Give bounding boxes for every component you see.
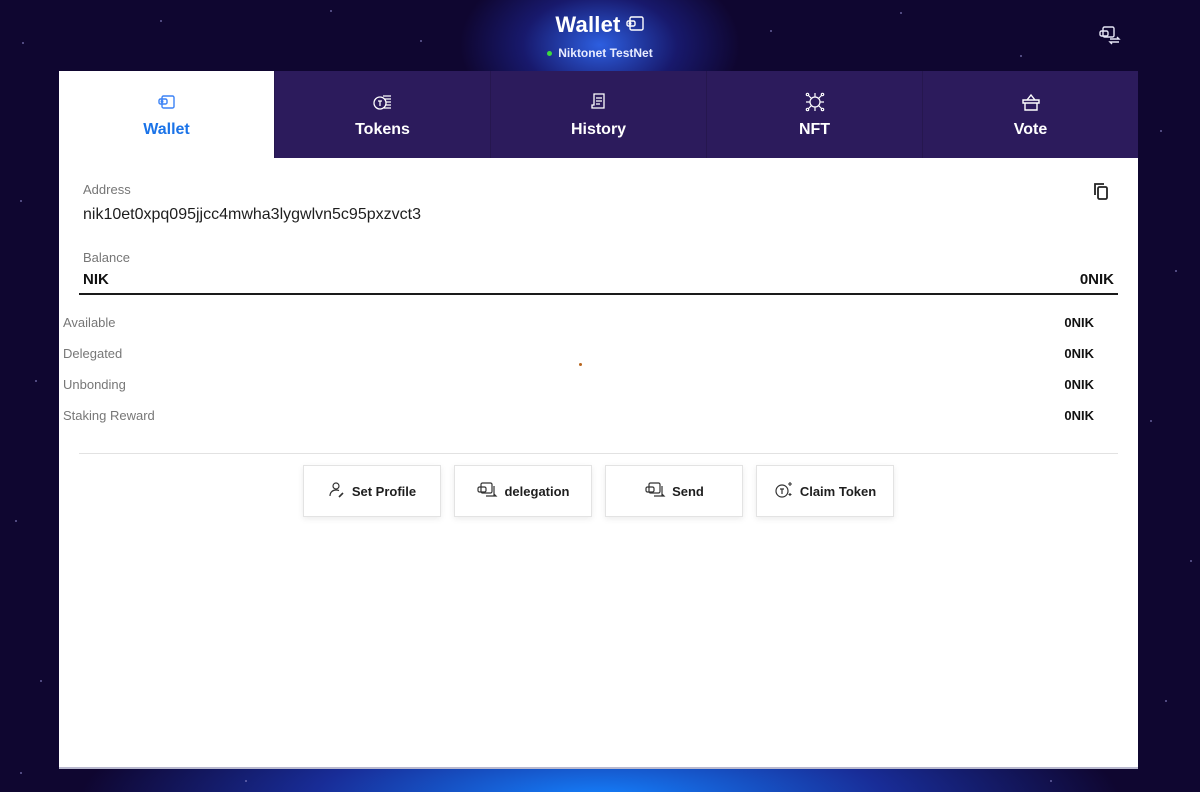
button-label: Set Profile	[351, 483, 417, 499]
button-label: Claim Token	[799, 483, 877, 499]
stray-dot	[579, 363, 582, 366]
balance-amount: 0NIK	[1079, 271, 1114, 288]
tab-label: Tokens	[355, 121, 410, 138]
app-header: Wallet Niktonet TestNet	[0, 0, 1200, 72]
tab-bar: Wallet Tokens History NFT Vote	[59, 71, 1138, 158]
detail-value: 0NIK	[1064, 376, 1094, 392]
tab-label: History	[570, 121, 627, 138]
copy-address-button[interactable]	[1090, 182, 1112, 204]
wallet-panel: Wallet Tokens History NFT Vote Address n…	[59, 71, 1138, 769]
detail-label: Staking Reward	[63, 407, 155, 423]
tab-label: NFT	[798, 121, 831, 138]
wallet-icon	[157, 91, 177, 113]
address-label: Address	[83, 182, 131, 197]
delegation-button[interactable]: delegation	[454, 465, 592, 517]
tab-wallet[interactable]: Wallet	[59, 71, 274, 158]
history-icon	[589, 91, 609, 113]
detail-value: 0NIK	[1064, 314, 1094, 330]
set-profile-button[interactable]: Set Profile	[303, 465, 441, 517]
detail-value: 0NIK	[1064, 345, 1094, 361]
tab-label: Vote	[1013, 121, 1048, 138]
tab-tokens[interactable]: Tokens	[274, 71, 490, 158]
detail-row-delegated: Delegated 0NIK	[63, 343, 1094, 363]
token-sparkle-icon	[774, 481, 794, 502]
detail-label: Unbonding	[63, 376, 126, 392]
balance-token: NIK	[83, 271, 109, 288]
balance-label: Balance	[83, 250, 130, 265]
wallet-switch-icon	[1098, 24, 1122, 51]
button-label: delegation	[504, 483, 570, 499]
tab-nft[interactable]: NFT	[706, 71, 922, 158]
network-status-dot	[547, 50, 553, 56]
detail-value: 0NIK	[1064, 407, 1094, 423]
address-value: nik10et0xpq095jjcc4mwha3lygwlvn5c95pxzvc…	[83, 206, 421, 223]
header-title: Wallet	[0, 12, 1200, 38]
detail-row-available: Available 0NIK	[63, 312, 1094, 332]
claim-token-button[interactable]: Claim Token	[756, 465, 894, 517]
tab-vote[interactable]: Vote	[922, 71, 1138, 158]
action-buttons: Set Profile delegation Send Claim Token	[303, 465, 894, 517]
button-label: Send	[672, 483, 704, 499]
wallet-icon	[625, 14, 645, 37]
detail-row-staking-reward: Staking Reward 0NIK	[63, 405, 1094, 425]
network-indicator: Niktonet TestNet	[0, 46, 1200, 60]
balance-row: NIK 0NIK	[79, 266, 1118, 295]
vote-icon	[1020, 91, 1042, 113]
copy-icon	[1092, 181, 1110, 206]
detail-label: Available	[63, 314, 116, 330]
tab-history[interactable]: History	[490, 71, 706, 158]
network-name: Niktonet TestNet	[558, 46, 653, 60]
wallet-send-icon	[644, 481, 666, 502]
send-button[interactable]: Send	[605, 465, 743, 517]
section-divider	[79, 453, 1118, 454]
tab-label: Wallet	[143, 121, 190, 138]
switch-wallet-button[interactable]	[1096, 25, 1124, 49]
nft-icon	[803, 91, 827, 113]
detail-row-unbonding: Unbonding 0NIK	[63, 374, 1094, 394]
wallet-transfer-icon	[476, 481, 498, 502]
page-title: Wallet	[555, 12, 621, 37]
detail-label: Delegated	[63, 345, 123, 361]
user-edit-icon	[328, 481, 346, 502]
tokens-icon	[372, 91, 394, 113]
